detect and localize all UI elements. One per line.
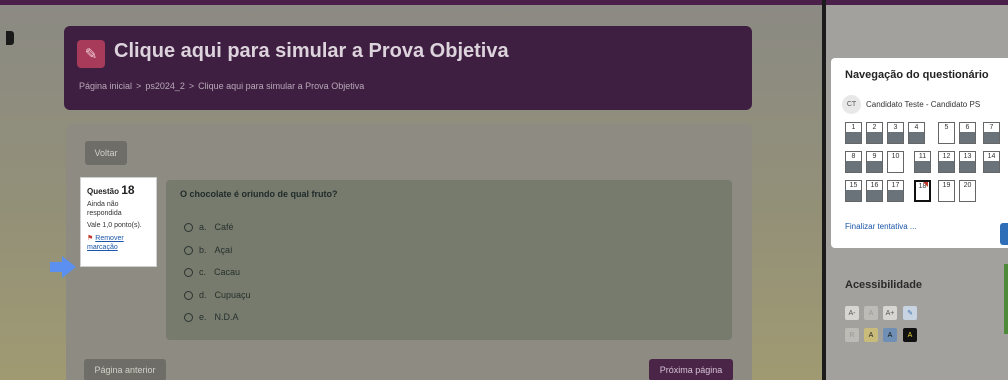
drawer-toggle-handle[interactable] <box>6 31 14 45</box>
radio-icon[interactable] <box>184 312 193 322</box>
page-title: Clique aqui para simular a Prova Objetiv… <box>114 40 509 62</box>
breadcrumb-home[interactable]: Página inicial <box>79 81 132 91</box>
question-label: Questão <box>87 187 120 196</box>
radio-icon[interactable] <box>184 267 193 277</box>
breadcrumb-current[interactable]: Clique aqui para simular a Prova Objetiv… <box>198 81 364 91</box>
page-header: ✎ Clique aqui para simular a Prova Objet… <box>64 26 752 110</box>
user-info: CT Candidato Teste - Candidato PS <box>842 95 980 114</box>
avatar: CT <box>842 95 861 114</box>
remove-flag-link[interactable]: ⚑ Remover marcação <box>87 234 150 252</box>
question-nav-cell[interactable]: 12 <box>938 151 955 173</box>
question-info-box: Questão 18 Ainda não respondida Vale 1,0… <box>80 177 157 267</box>
font-reset-button[interactable]: A <box>864 306 878 320</box>
option-d[interactable]: d. Cupuaçu <box>184 290 251 300</box>
option-text: Café <box>214 222 234 232</box>
question-nav-cell[interactable]: 15 <box>845 180 862 202</box>
question-nav-cell[interactable]: 8 <box>845 151 862 173</box>
question-nav-cell[interactable]: 19 <box>938 180 955 202</box>
option-e[interactable]: e. N.D.A <box>184 312 239 322</box>
quiz-navigation-title: Navegação do questionário <box>845 69 989 81</box>
breadcrumb-separator: > <box>136 81 142 91</box>
flag-icon <box>923 182 928 187</box>
option-text: Cupuaçu <box>214 290 251 300</box>
side-edge-accent <box>1004 264 1008 334</box>
question-nav-cell[interactable]: 11 <box>914 151 931 173</box>
question-nav-cell[interactable]: 5 <box>938 122 955 144</box>
next-page-button[interactable]: Próxima página <box>649 359 733 380</box>
question-nav-cell[interactable]: 2 <box>866 122 883 144</box>
font-increase-button[interactable]: A+ <box>883 306 897 320</box>
option-text: Açaí <box>214 245 233 255</box>
question-nav-cell[interactable]: 1 <box>845 122 862 144</box>
option-letter: b. <box>199 245 207 255</box>
contrast-yellow-button[interactable]: A <box>864 328 878 342</box>
user-name: Candidato Teste - Candidato PS <box>866 100 981 109</box>
breadcrumb-separator: > <box>188 81 195 91</box>
pointer-arrow-icon <box>50 256 76 278</box>
flag-icon: ⚑ <box>87 235 94 242</box>
question-nav-cell[interactable]: 7 <box>983 122 1000 144</box>
question-nav-cell[interactable]: 6 <box>959 122 976 144</box>
question-nav-cell-current[interactable]: 18 <box>914 180 931 202</box>
breadcrumb: Página inicial > ps2024_2 > Clique aqui para… <box>79 81 364 91</box>
option-b[interactable]: b. Açaí <box>184 245 233 255</box>
option-letter: d. <box>199 290 207 300</box>
back-button[interactable]: Voltar <box>85 141 127 165</box>
font-decrease-button[interactable]: A- <box>845 306 859 320</box>
option-text: Cacau <box>214 267 241 277</box>
radio-icon[interactable] <box>184 222 193 232</box>
question-status: Ainda não respondida <box>87 201 122 217</box>
paint-brush-icon[interactable]: ✎ <box>903 306 917 320</box>
side-edge-button[interactable] <box>1000 223 1008 245</box>
question-nav-cell[interactable]: 3 <box>887 122 904 144</box>
radio-icon[interactable] <box>184 290 193 300</box>
question-box <box>166 180 732 340</box>
accessibility-title: Acessibilidade <box>845 279 923 291</box>
question-nav-cell[interactable]: 20 <box>959 180 976 202</box>
question-nav-cell[interactable]: 10 <box>887 151 904 173</box>
previous-page-button[interactable]: Página anterior <box>84 359 166 380</box>
option-letter: a. <box>199 222 207 232</box>
contrast-blue-button[interactable]: A <box>883 328 897 342</box>
question-value: Vale 1,0 ponto(s). <box>87 222 142 229</box>
question-number-value: 18 <box>121 183 135 197</box>
contrast-black-button[interactable]: A <box>903 328 917 342</box>
option-c[interactable]: c. Cacau <box>184 267 240 277</box>
contrast-reset-button[interactable]: R <box>845 328 859 342</box>
radio-icon[interactable] <box>184 245 193 255</box>
option-text: N.D.A <box>214 312 239 322</box>
question-nav-cell[interactable]: 13 <box>959 151 976 173</box>
finish-attempt-link[interactable]: Finalizar tentativa ... <box>845 222 917 231</box>
question-nav-cell[interactable]: 16 <box>866 180 883 202</box>
option-letter: c. <box>199 267 207 277</box>
question-nav-cell[interactable]: 9 <box>866 151 883 173</box>
option-a[interactable]: a. Café <box>184 222 234 232</box>
option-letter: e. <box>199 312 207 322</box>
question-nav-cell[interactable]: 14 <box>983 151 1000 173</box>
question-number: Questão 18 <box>87 183 150 197</box>
quiz-icon: ✎ <box>77 40 105 68</box>
question-nav-cell[interactable]: 17 <box>887 180 904 202</box>
question-text: O chocolate é oriundo de qual fruto? <box>180 189 338 199</box>
breadcrumb-course[interactable]: ps2024_2 <box>145 81 185 91</box>
question-nav-cell[interactable]: 4 <box>908 122 925 144</box>
